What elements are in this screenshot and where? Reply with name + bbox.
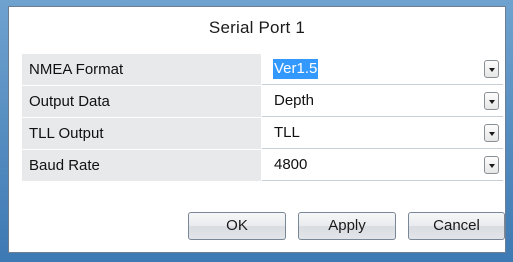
- apply-button[interactable]: Apply: [298, 212, 396, 240]
- chevron-down-icon[interactable]: [484, 92, 499, 110]
- settings-list: NMEA Format Ver1.5 Output Data Depth TLL…: [22, 54, 504, 182]
- ok-button[interactable]: OK: [188, 212, 286, 240]
- dialog-serial-port: Serial Port 1 NMEA Format Ver1.5 Output …: [8, 6, 506, 253]
- setting-row-tll-output: TLL Output TLL: [22, 118, 504, 150]
- setting-label: Output Data: [22, 86, 261, 117]
- setting-label: TLL Output: [22, 118, 261, 149]
- dialog-title: Serial Port 1: [208, 18, 306, 37]
- cancel-button[interactable]: Cancel: [408, 212, 505, 240]
- setting-label: Baud Rate: [22, 150, 261, 181]
- nmea-format-select[interactable]: Ver1.5: [262, 54, 503, 85]
- dialog-button-bar: OK Apply Cancel: [9, 212, 505, 240]
- chevron-down-icon[interactable]: [484, 60, 499, 78]
- chevron-down-icon[interactable]: [484, 124, 499, 142]
- window-frame: Serial Port 1 NMEA Format Ver1.5 Output …: [0, 0, 513, 262]
- setting-row-output-data: Output Data Depth: [22, 86, 504, 118]
- setting-label: NMEA Format: [22, 54, 261, 85]
- baud-rate-select[interactable]: 4800: [262, 150, 503, 181]
- tll-output-select[interactable]: TLL: [262, 118, 503, 149]
- setting-row-baud-rate: Baud Rate 4800: [22, 150, 504, 182]
- select-value[interactable]: 4800: [274, 155, 307, 175]
- output-data-select[interactable]: Depth: [262, 86, 503, 117]
- chevron-down-icon[interactable]: [484, 156, 499, 174]
- setting-row-nmea-format: NMEA Format Ver1.5: [22, 54, 504, 86]
- select-value[interactable]: TLL: [274, 123, 300, 143]
- select-value[interactable]: Depth: [274, 91, 314, 111]
- select-value[interactable]: Ver1.5: [273, 59, 319, 79]
